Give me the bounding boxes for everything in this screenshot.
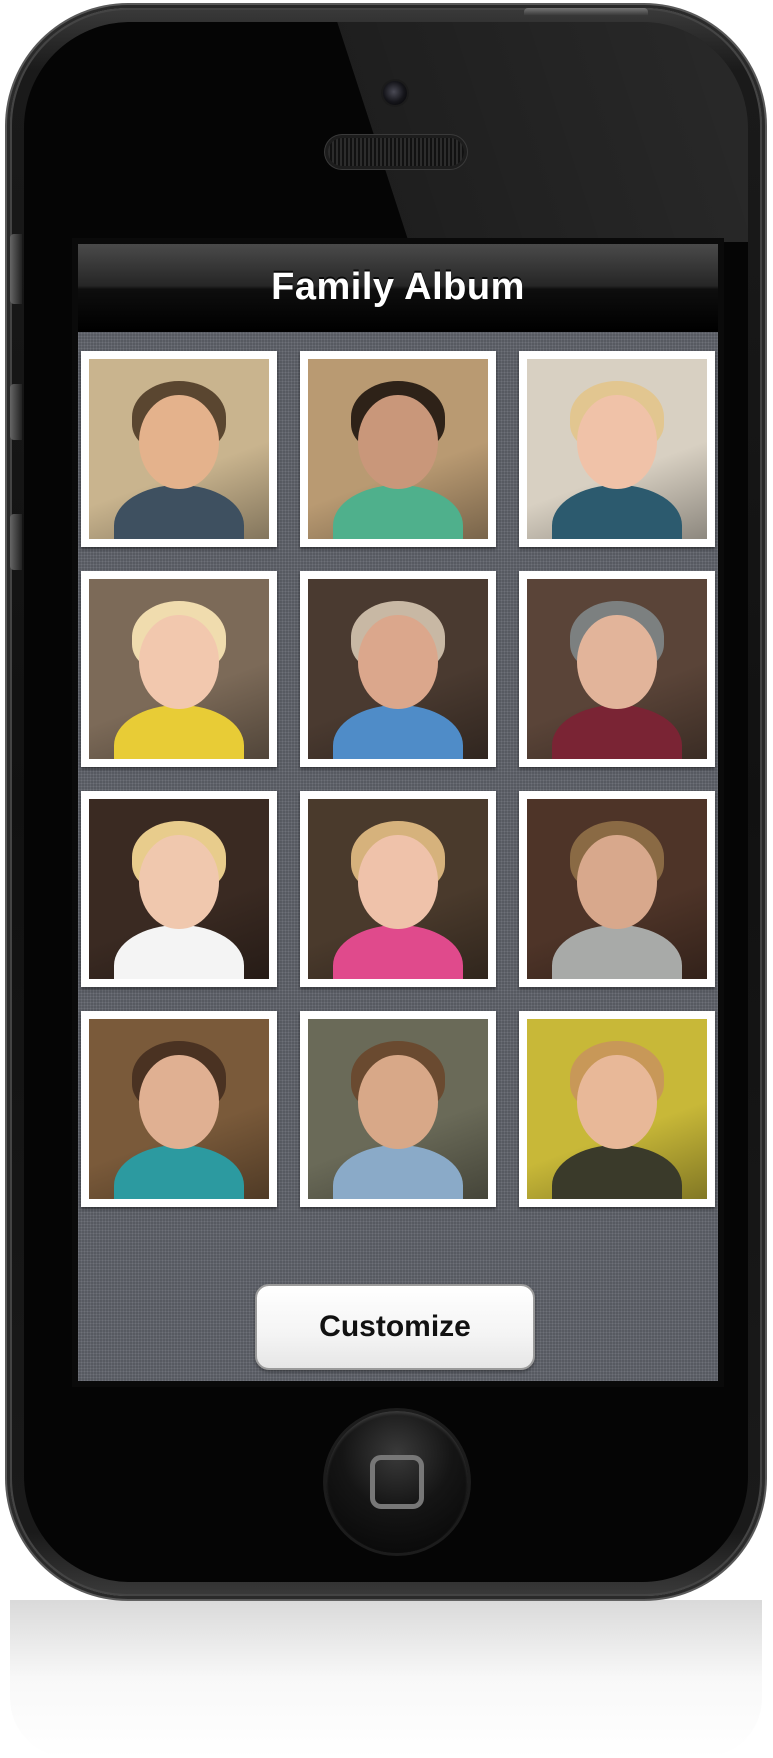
photo-image bbox=[89, 799, 269, 979]
photo-image bbox=[308, 359, 488, 539]
earpiece-speaker bbox=[328, 138, 464, 166]
photo-thumbnail[interactable] bbox=[519, 1011, 715, 1207]
person-shoulders bbox=[552, 1145, 682, 1199]
photo-thumbnail[interactable] bbox=[519, 351, 715, 547]
person-shoulders bbox=[333, 705, 463, 759]
person-shoulders bbox=[333, 925, 463, 979]
photo-thumbnail[interactable] bbox=[81, 791, 277, 987]
photo-image bbox=[308, 1019, 488, 1199]
photo-thumbnail[interactable] bbox=[300, 791, 496, 987]
photo-thumbnail[interactable] bbox=[300, 571, 496, 767]
navigation-bar: Family Album bbox=[78, 244, 718, 332]
person-face bbox=[139, 615, 219, 709]
sleep-wake-button[interactable] bbox=[524, 8, 648, 16]
person-face bbox=[577, 395, 657, 489]
photo-image bbox=[527, 799, 707, 979]
glass-glare bbox=[334, 22, 748, 242]
photo-thumbnail[interactable] bbox=[81, 351, 277, 547]
person-face bbox=[577, 615, 657, 709]
person-shoulders bbox=[114, 485, 244, 539]
person-shoulders bbox=[552, 705, 682, 759]
person-face bbox=[577, 1055, 657, 1149]
photo-image bbox=[527, 359, 707, 539]
person-face bbox=[577, 835, 657, 929]
person-face bbox=[358, 1055, 438, 1149]
phone-reflection bbox=[10, 1600, 762, 1758]
person-shoulders bbox=[114, 1145, 244, 1199]
person-shoulders bbox=[333, 485, 463, 539]
mute-switch[interactable] bbox=[10, 234, 22, 304]
photo-thumbnail[interactable] bbox=[300, 1011, 496, 1207]
person-shoulders bbox=[333, 1145, 463, 1199]
person-face bbox=[139, 395, 219, 489]
photo-grid bbox=[78, 351, 718, 1207]
person-face bbox=[358, 395, 438, 489]
photo-image bbox=[89, 1019, 269, 1199]
phone-frame: Family Album Customize bbox=[10, 8, 762, 1596]
person-face bbox=[139, 835, 219, 929]
photo-thumbnail[interactable] bbox=[519, 791, 715, 987]
person-face bbox=[358, 835, 438, 929]
photo-image bbox=[89, 359, 269, 539]
photo-image bbox=[527, 579, 707, 759]
front-camera-icon bbox=[383, 81, 407, 105]
screen: Family Album Customize bbox=[78, 244, 718, 1381]
volume-up-button[interactable] bbox=[10, 384, 22, 440]
photo-thumbnail[interactable] bbox=[81, 571, 277, 767]
photo-thumbnail[interactable] bbox=[81, 1011, 277, 1207]
person-shoulders bbox=[114, 925, 244, 979]
photo-thumbnail[interactable] bbox=[300, 351, 496, 547]
person-face bbox=[358, 615, 438, 709]
home-square-icon bbox=[370, 1455, 424, 1509]
person-shoulders bbox=[114, 705, 244, 759]
person-face bbox=[139, 1055, 219, 1149]
page-title: Family Album bbox=[271, 266, 525, 308]
customize-button[interactable]: Customize bbox=[255, 1284, 535, 1370]
photo-image bbox=[527, 1019, 707, 1199]
photo-thumbnail[interactable] bbox=[519, 571, 715, 767]
person-shoulders bbox=[552, 925, 682, 979]
volume-down-button[interactable] bbox=[10, 514, 22, 570]
photo-image bbox=[89, 579, 269, 759]
photo-image bbox=[308, 799, 488, 979]
home-button[interactable] bbox=[326, 1411, 468, 1553]
photo-image bbox=[308, 579, 488, 759]
person-shoulders bbox=[552, 485, 682, 539]
